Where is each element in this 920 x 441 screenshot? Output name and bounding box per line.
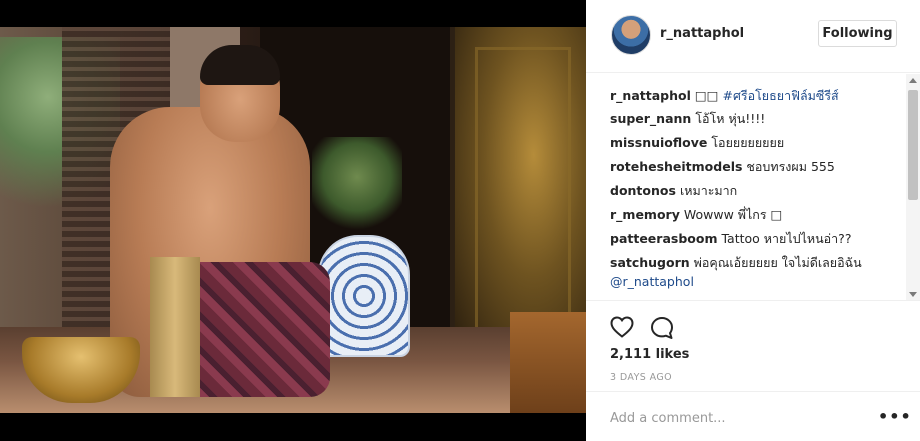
comment-text: □□ bbox=[694, 88, 723, 103]
post-header: r_nattaphol Following bbox=[586, 0, 920, 73]
comment-item: satchugorn พ่อคุณเอ้ยยยยย ใจไม่ดีเลยอิฉัน… bbox=[610, 253, 900, 291]
comment-username[interactable]: satchugorn bbox=[610, 255, 690, 270]
comment-item: r_nattaphol □□ #ศรีอโยธยาฟิล์มซีรีส์ bbox=[610, 86, 900, 105]
post-media bbox=[0, 0, 586, 441]
photo-gold-panel bbox=[455, 27, 586, 347]
comment-username[interactable]: rotehesheitmodels bbox=[610, 159, 742, 174]
comment-text: พ่อคุณเอ้ยยยยย ใจไม่ดีเลยอิฉัน bbox=[693, 255, 862, 270]
more-options-icon[interactable]: ••• bbox=[878, 407, 912, 426]
comment-item: dontonos เหมาะมาก bbox=[610, 181, 900, 200]
comment-item: r_memory Wowww พี่ไกร □ bbox=[610, 205, 900, 224]
following-button[interactable]: Following bbox=[818, 20, 897, 47]
photo-vase bbox=[318, 235, 410, 357]
comment-text: เหมาะมาก bbox=[679, 183, 738, 198]
likes-count[interactable]: 2,111 likes bbox=[610, 347, 689, 362]
post-side-panel: r_nattaphol Following r_nattaphol □□ #ศรี… bbox=[586, 0, 920, 441]
comment-username[interactable]: missnuioflove bbox=[610, 135, 707, 150]
comment-text: Wowww พี่ไกร □ bbox=[683, 207, 783, 222]
comment-text: Tattoo หายไปไหนอ่า?? bbox=[721, 231, 852, 246]
post-timestamp[interactable]: 3 DAYS AGO bbox=[610, 372, 672, 383]
comments-list: r_nattaphol □□ #ศรีอโยธยาฟิล์มซีรีส์ supe… bbox=[586, 74, 920, 301]
scroll-thumb[interactable] bbox=[908, 90, 918, 200]
post-photo[interactable] bbox=[0, 27, 586, 413]
comment-item: rotehesheitmodels ชอบทรงผม 555 bbox=[610, 157, 900, 176]
photo-bonsai bbox=[312, 137, 402, 237]
post-actions: 2,111 likes 3 DAYS AGO bbox=[586, 302, 920, 392]
post-username[interactable]: r_nattaphol bbox=[660, 26, 744, 41]
comment-item: missnuioflove โอยยยยยยยย bbox=[610, 133, 900, 152]
comment-username[interactable]: super_nann bbox=[610, 111, 691, 126]
comment-username[interactable]: dontonos bbox=[610, 183, 676, 198]
scroll-up-icon[interactable] bbox=[909, 78, 917, 83]
heart-icon[interactable] bbox=[610, 316, 634, 338]
add-comment-bar: ••• bbox=[586, 393, 920, 441]
avatar[interactable] bbox=[611, 15, 651, 55]
comment-text: โอ้โห หุ่น!!!! bbox=[695, 111, 766, 126]
comment-text: ชอบทรงผม 555 bbox=[746, 159, 835, 174]
add-comment-input[interactable] bbox=[610, 408, 850, 428]
comment-item: super_nann โอ้โห หุ่น!!!! bbox=[610, 109, 900, 128]
comment-username[interactable]: r_nattaphol bbox=[610, 88, 691, 103]
comment-item: patteerasboom Tattoo หายไปไหนอ่า?? bbox=[610, 229, 900, 248]
scroll-down-icon[interactable] bbox=[909, 292, 917, 297]
comment-username[interactable]: r_memory bbox=[610, 207, 680, 222]
hashtag-link[interactable]: #ศรีอโยธยาฟิล์มซีรีส์ bbox=[722, 88, 838, 103]
mention-link[interactable]: @r_nattaphol bbox=[610, 274, 694, 289]
comments-scrollbar[interactable] bbox=[906, 74, 920, 300]
comment-username[interactable]: patteerasboom bbox=[610, 231, 717, 246]
comment-text: โอยยยยยยยย bbox=[711, 135, 785, 150]
photo-wooden-table bbox=[510, 312, 586, 413]
photo-sash bbox=[150, 257, 200, 397]
comment-icon[interactable] bbox=[650, 316, 674, 340]
